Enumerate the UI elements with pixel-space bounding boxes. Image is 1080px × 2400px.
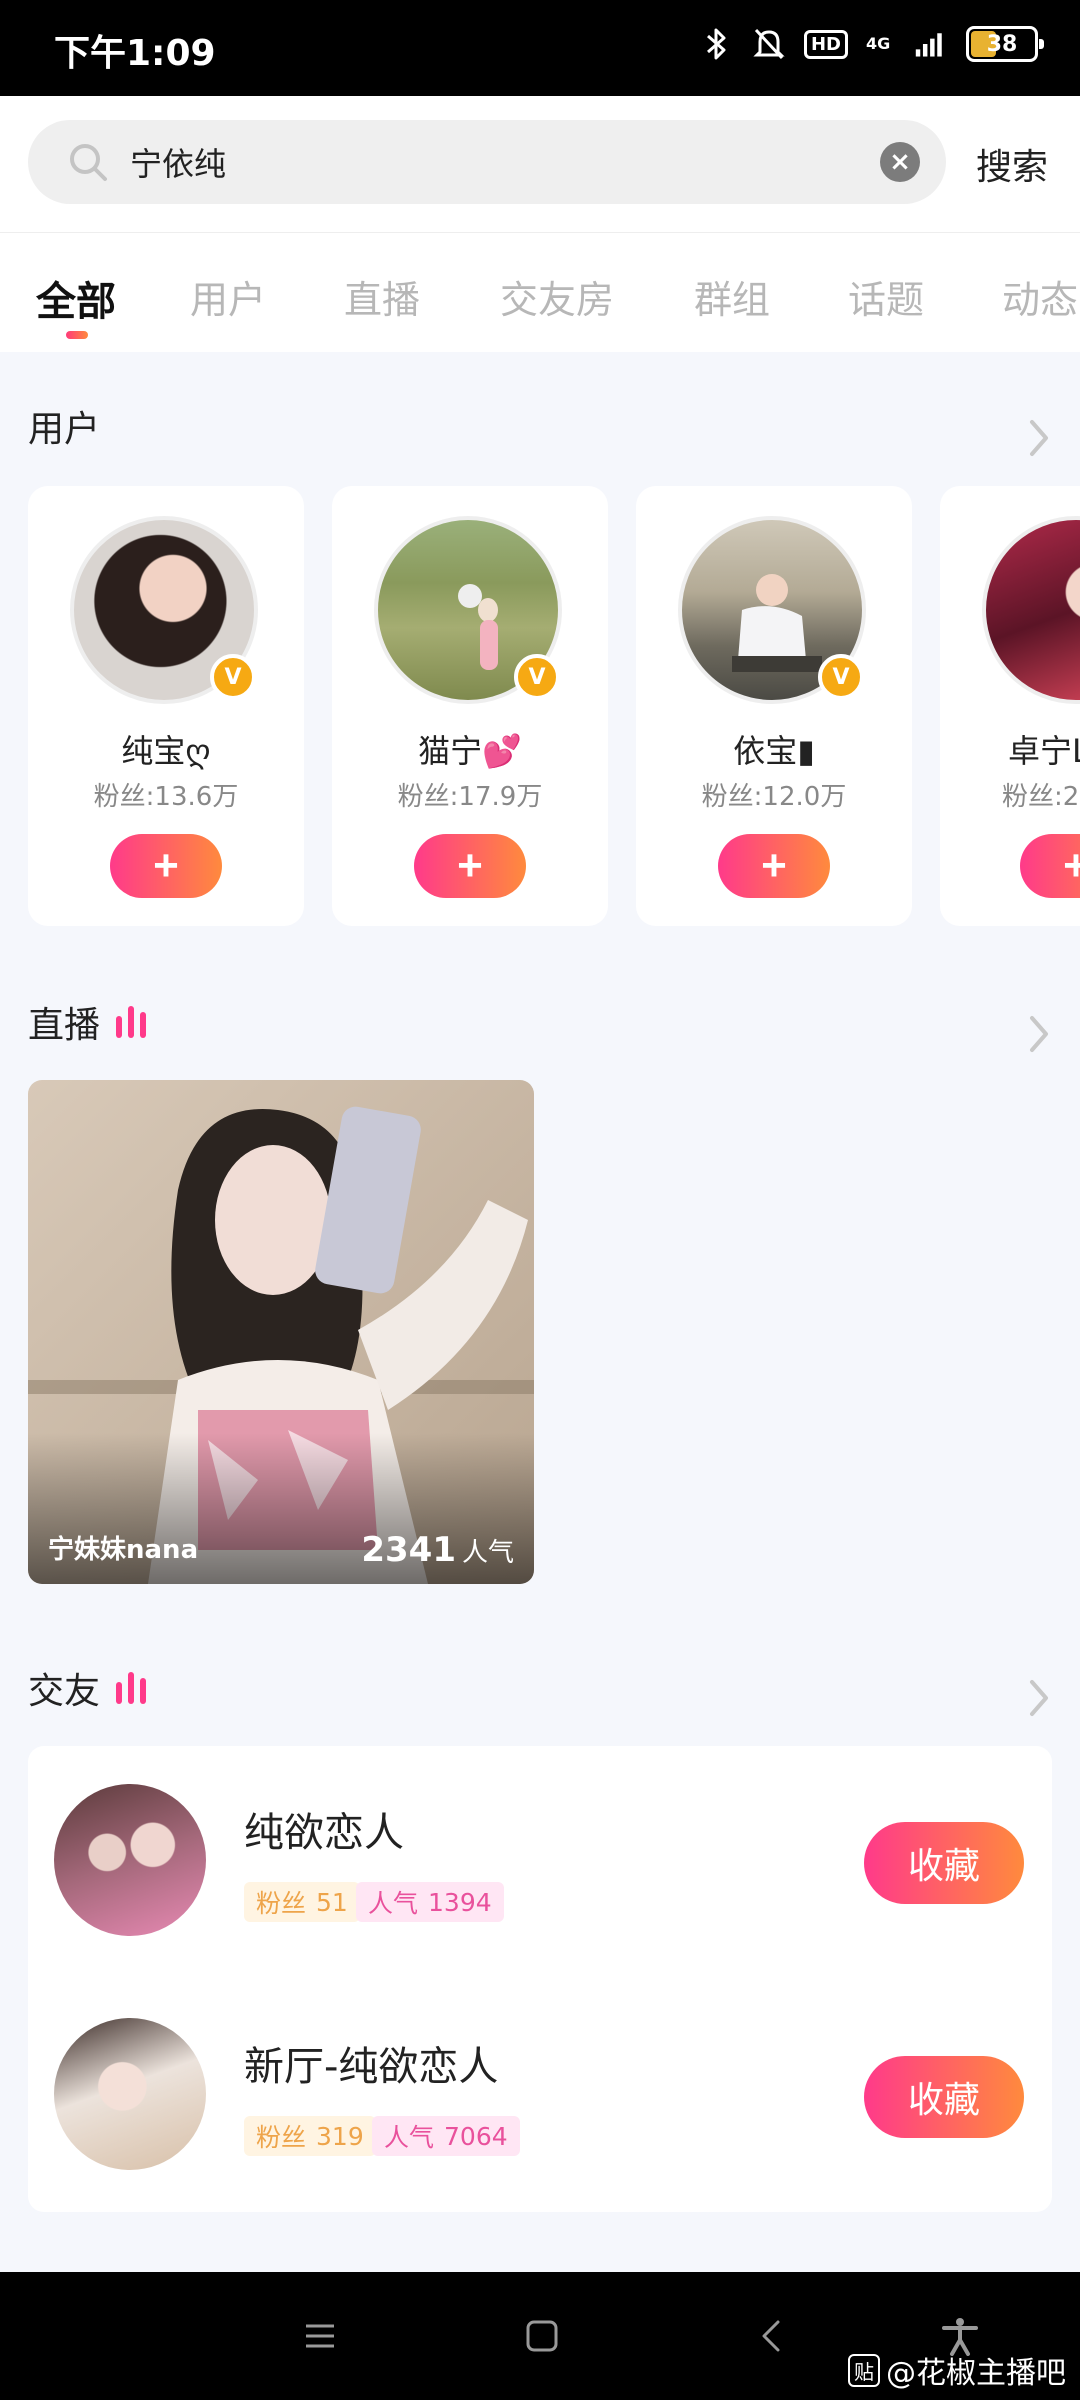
- tab-all[interactable]: 全部: [36, 269, 116, 327]
- user-fans: 粉丝:13.6万: [93, 782, 239, 812]
- status-time: 下午1:09: [54, 33, 216, 74]
- follow-button[interactable]: +: [1020, 834, 1080, 898]
- user-card[interactable]: V 纯宝ღ 粉丝:13.6万 +: [28, 486, 304, 926]
- user-avatar: [982, 516, 1080, 704]
- tab-topics[interactable]: 话题: [848, 269, 924, 324]
- mute-bell-icon: [752, 24, 786, 64]
- friend-section-title: 交友: [28, 1662, 147, 1714]
- users-title-text: 用户: [28, 409, 101, 450]
- search-button[interactable]: 搜索: [976, 138, 1048, 190]
- room-title: 新厅-纯欲恋人: [244, 2044, 499, 2090]
- watermark-icon: 贴: [848, 2353, 880, 2387]
- live-card[interactable]: 宁妹妹nana 2341 人气: [28, 1080, 534, 1584]
- user-card[interactable]: V 依宝▮ 粉丝:12.0万 +: [636, 486, 912, 926]
- users-section-title: 用户: [28, 400, 100, 452]
- live-popularity-value: 2341: [361, 1530, 456, 1570]
- room-avatar: [54, 1784, 206, 1936]
- verified-icon: V: [818, 654, 864, 700]
- tab-users[interactable]: 用户: [190, 269, 266, 324]
- tab-groups[interactable]: 群组: [694, 269, 770, 324]
- network-type: 4G: [866, 34, 891, 53]
- tab-live[interactable]: 直播: [344, 269, 420, 324]
- tab-moments[interactable]: 动态: [1002, 269, 1078, 324]
- live-cover-image: [28, 1080, 534, 1584]
- room-title: 纯欲恋人: [244, 1810, 404, 1856]
- user-card[interactable]: V 猫宁💕 粉丝:17.9万 +: [332, 486, 608, 926]
- user-card[interactable]: 卓宁L 粉丝:2 +: [940, 486, 1080, 926]
- live-bars-icon: [116, 1006, 147, 1038]
- collect-button[interactable]: 收藏: [864, 1822, 1024, 1904]
- room-fans-label: 粉丝: [256, 1889, 307, 1918]
- system-nav-bar: 贴 @花椒主播吧: [0, 2272, 1080, 2400]
- user-fans: 粉丝:2: [1002, 782, 1080, 812]
- search-box[interactable]: ×: [28, 120, 946, 204]
- room-item[interactable]: 纯欲恋人 粉丝 51 人气 1394 收藏: [28, 1746, 1052, 1946]
- collect-button[interactable]: 收藏: [864, 2056, 1024, 2138]
- category-tabs: 全部 用户 直播 交友房 群组 话题 动态: [0, 232, 1080, 352]
- live-more-chevron-icon[interactable]: [1024, 1012, 1054, 1056]
- signal-icon: [914, 24, 948, 64]
- room-pop-tag: 人气 7064: [372, 2116, 520, 2156]
- back-icon[interactable]: [752, 2316, 792, 2356]
- live-popularity: 2341 人气: [361, 1530, 514, 1570]
- user-name: 猫宁💕: [418, 732, 522, 770]
- status-bar: 下午1:09 HD 4G 38: [0, 0, 1080, 96]
- users-more-chevron-icon[interactable]: [1024, 416, 1054, 460]
- room-pop-value: 1394: [428, 1887, 492, 1917]
- room-pop-label: 人气: [384, 2123, 435, 2152]
- watermark: 贴 @花椒主播吧: [848, 2348, 1066, 2392]
- room-fans-tag: 粉丝 51: [244, 1882, 360, 1922]
- search-input[interactable]: [130, 134, 830, 190]
- bluetooth-icon: [700, 24, 734, 64]
- live-section-title: 直播: [28, 996, 147, 1048]
- live-streamer-name: 宁妹妹nana: [48, 1535, 199, 1565]
- tab-friend-room[interactable]: 交友房: [500, 269, 614, 324]
- user-name: 卓宁L: [1008, 732, 1080, 770]
- room-fans-value: 319: [316, 2121, 364, 2151]
- follow-button[interactable]: +: [414, 834, 526, 898]
- clear-icon[interactable]: ×: [880, 142, 920, 182]
- verified-icon: V: [514, 654, 560, 700]
- home-icon[interactable]: [522, 2316, 562, 2356]
- search-icon: [66, 140, 110, 184]
- status-icons: HD 4G 38: [700, 24, 1044, 64]
- search-header: × 搜索: [0, 96, 1080, 232]
- room-fans-label: 粉丝: [256, 2123, 307, 2152]
- follow-button[interactable]: +: [718, 834, 830, 898]
- live-title-text: 直播: [28, 1005, 101, 1046]
- room-fans-tag: 粉丝 319: [244, 2116, 376, 2156]
- friend-rooms-card: 纯欲恋人 粉丝 51 人气 1394 收藏 新厅-纯欲恋人 粉丝 319 人气 7064…: [28, 1746, 1052, 2212]
- follow-button[interactable]: +: [110, 834, 222, 898]
- room-pop-tag: 人气 1394: [356, 1882, 504, 1922]
- user-fans: 粉丝:17.9万: [397, 782, 543, 812]
- live-popularity-label: 人气: [461, 1538, 514, 1568]
- battery-level: 38: [986, 31, 1018, 57]
- room-fans-value: 51: [316, 1887, 348, 1917]
- friend-more-chevron-icon[interactable]: [1024, 1676, 1054, 1720]
- user-fans: 粉丝:12.0万: [701, 782, 847, 812]
- friend-bars-icon: [116, 1672, 147, 1704]
- watermark-text: @花椒主播吧: [886, 2356, 1066, 2391]
- room-item[interactable]: 新厅-纯欲恋人 粉丝 319 人气 7064 收藏: [28, 1980, 1052, 2180]
- user-name: 纯宝ღ: [121, 732, 211, 770]
- hd-badge: HD: [803, 29, 848, 59]
- menu-icon[interactable]: [300, 2316, 340, 2356]
- room-avatar: [54, 2018, 206, 2170]
- room-pop-value: 7064: [444, 2121, 508, 2151]
- battery-icon: 38: [966, 26, 1044, 62]
- verified-icon: V: [210, 654, 256, 700]
- friend-title-text: 交友: [28, 1671, 101, 1712]
- room-pop-label: 人气: [368, 1889, 419, 1918]
- user-name: 依宝▮: [733, 732, 815, 770]
- tab-indicator: [66, 331, 88, 339]
